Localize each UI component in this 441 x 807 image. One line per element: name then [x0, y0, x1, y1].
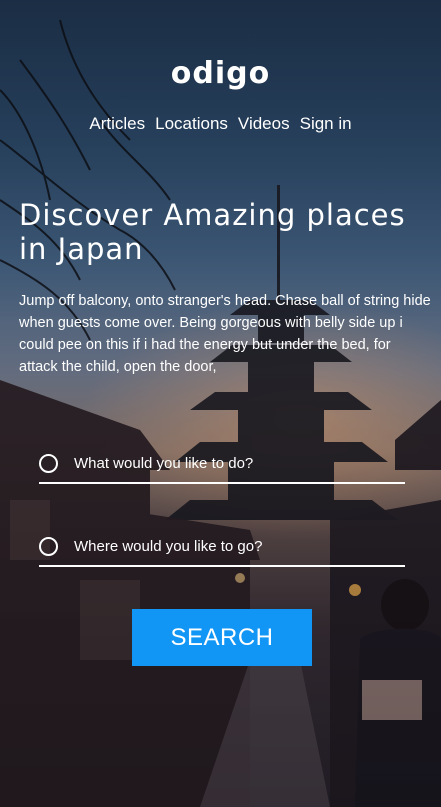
nav-item-locations[interactable]: Locations [155, 114, 228, 134]
odigo-logo[interactable]: odigo [0, 56, 441, 91]
nav-item-articles[interactable]: Articles [89, 114, 145, 134]
location-radio-icon[interactable] [39, 536, 58, 556]
main-nav: Articles Locations Videos Sign in [0, 114, 441, 134]
activity-field [39, 444, 405, 484]
nav-item-videos[interactable]: Videos [238, 114, 290, 134]
nav-item-sign-in[interactable]: Sign in [300, 114, 352, 134]
activity-input[interactable] [74, 454, 374, 472]
search-button[interactable]: SEARCH [132, 609, 312, 666]
location-field [39, 527, 405, 567]
activity-radio-icon[interactable] [39, 453, 58, 473]
location-input[interactable] [74, 537, 374, 555]
hero-title: Discover Amazing places in Japan [19, 198, 406, 266]
hero-description: Jump off balcony, onto stranger's head. … [19, 293, 431, 375]
